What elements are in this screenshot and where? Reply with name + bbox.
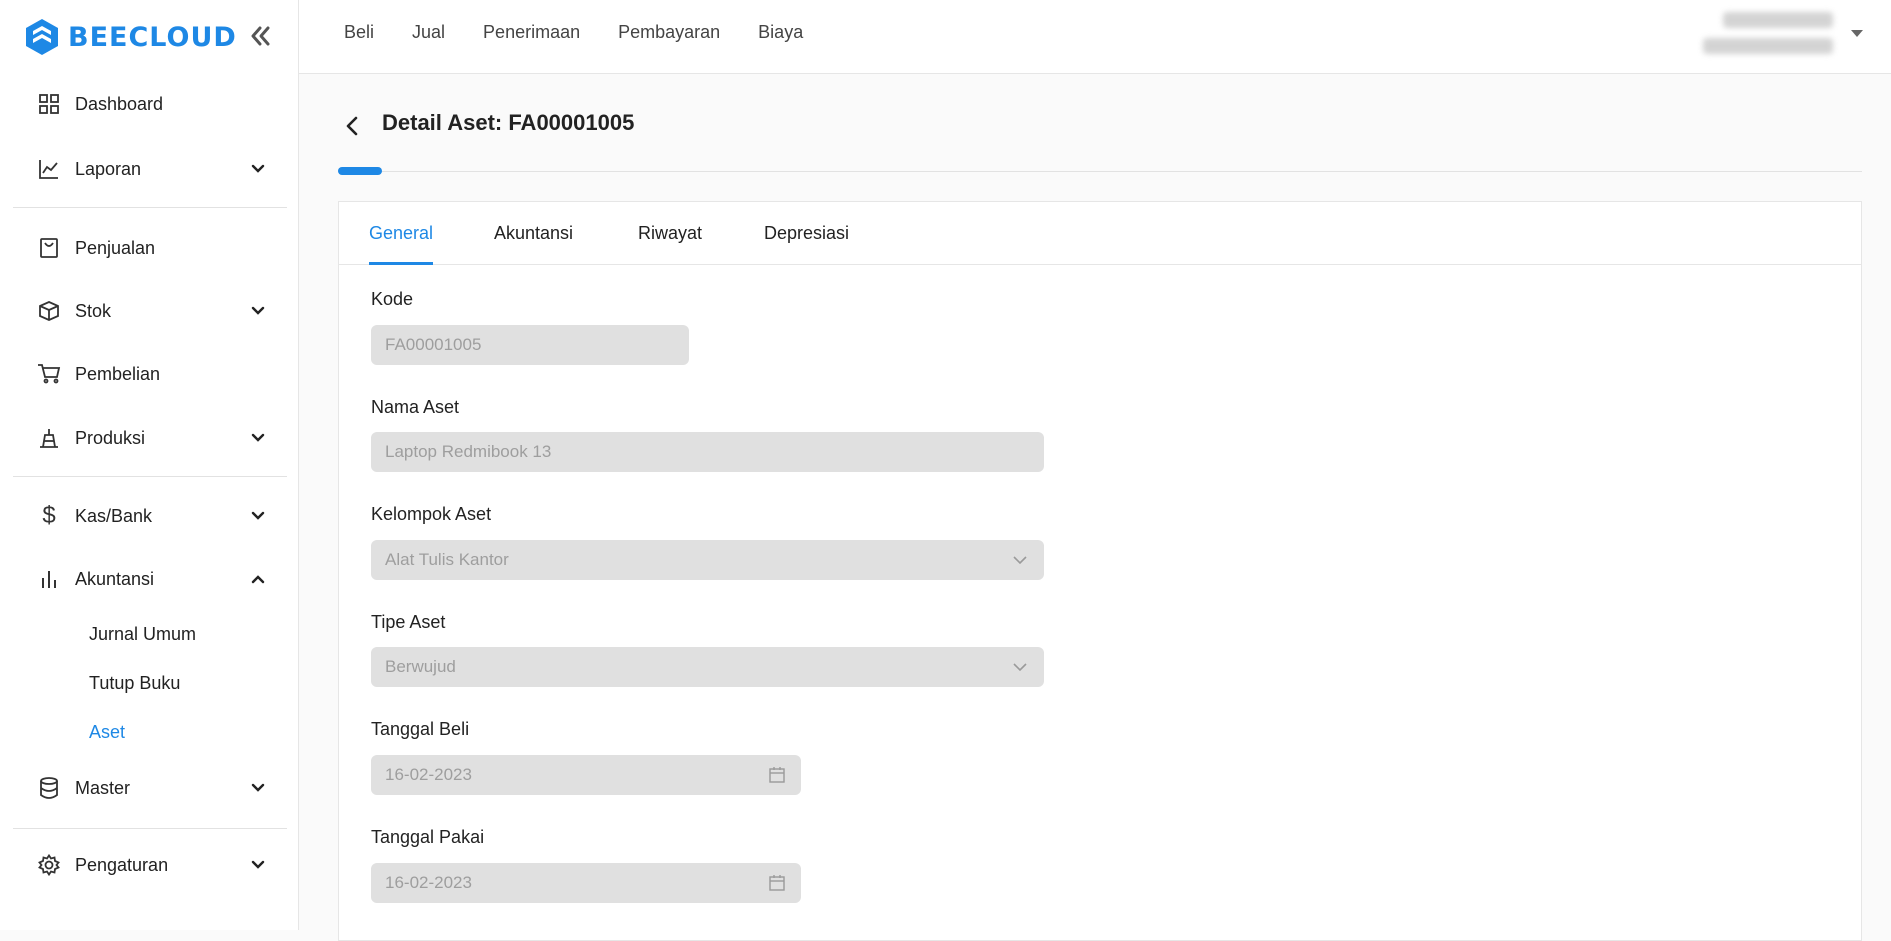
chevron-down-icon	[1013, 556, 1027, 565]
chevron-down-icon	[251, 860, 265, 869]
tab-bar: General Akuntansi Riwayat Depresiasi	[339, 202, 1861, 265]
bar-chart-icon	[36, 566, 62, 592]
topnav-pembayaran[interactable]: Pembayaran	[618, 22, 720, 43]
nama-aset-field[interactable]: Laptop Redmibook 13	[371, 432, 1044, 472]
cart-icon	[36, 361, 62, 387]
brand-name: BEECLOUD	[68, 21, 237, 53]
dollar-icon: $	[42, 502, 56, 529]
tanggal-beli-field[interactable]: 16-02-2023	[371, 755, 801, 795]
grid-icon	[36, 91, 62, 117]
sidebar-item-stok[interactable]: Stok	[36, 291, 268, 331]
sidebar-item-produksi[interactable]: Produksi	[36, 418, 268, 458]
calendar-icon	[769, 767, 785, 783]
tipe-aset-select[interactable]: Berwujud	[371, 647, 1044, 687]
sidebar-item-akuntansi[interactable]: Akuntansi	[36, 559, 268, 599]
tanggal-pakai-field[interactable]: 16-02-2023	[371, 863, 801, 903]
kode-value: FA00001005	[385, 335, 482, 354]
back-button[interactable]	[341, 114, 365, 138]
caret-down-icon	[1851, 30, 1863, 37]
tanggal-beli-value: 16-02-2023	[385, 765, 472, 784]
chart-line-icon	[36, 156, 62, 182]
chevron-down-icon	[251, 164, 265, 173]
sidebar-item-label: Stok	[75, 300, 112, 321]
nama-aset-value: Laptop Redmibook 13	[385, 442, 552, 461]
sidebar-divider	[13, 207, 287, 208]
user-name-blurred	[1723, 12, 1833, 28]
sidebar-item-pembelian[interactable]: Pembelian	[36, 354, 268, 394]
beecloud-logo-icon	[26, 19, 58, 55]
sidebar-item-label: Kas/Bank	[75, 505, 153, 526]
tab-general[interactable]: General	[369, 202, 434, 265]
kode-label: Kode	[371, 289, 414, 309]
shopping-bag-icon	[36, 235, 62, 261]
calendar-icon	[769, 875, 785, 891]
sidebar-item-kas-bank[interactable]: $ Kas/Bank	[36, 496, 268, 536]
sidebar-item-master[interactable]: Master	[36, 768, 268, 808]
chevron-down-icon	[251, 306, 265, 315]
box-icon	[36, 298, 62, 324]
nama-aset-label: Nama Aset	[371, 397, 460, 417]
sidebar-subitem-jurnal-umum[interactable]: Jurnal Umum	[89, 619, 196, 649]
tipe-aset-label: Tipe Aset	[371, 612, 446, 632]
kode-field[interactable]: FA00001005	[371, 325, 689, 365]
chevron-down-icon	[251, 433, 265, 442]
sidebar-item-pengaturan[interactable]: Pengaturan	[36, 845, 268, 885]
tab-akuntansi[interactable]: Akuntansi	[494, 202, 573, 264]
user-menu[interactable]	[1703, 12, 1863, 60]
topnav-biaya[interactable]: Biaya	[758, 22, 803, 43]
tanggal-beli-label: Tanggal Beli	[371, 719, 470, 739]
chevron-down-icon	[251, 783, 265, 792]
user-email-blurred	[1703, 38, 1833, 54]
brand-logo[interactable]: BEECLOUD	[24, 16, 237, 58]
tanggal-pakai-value: 16-02-2023	[385, 873, 472, 892]
progress-track	[338, 171, 1862, 172]
topnav-penerimaan[interactable]: Penerimaan	[483, 22, 580, 43]
tanggal-pakai-label: Tanggal Pakai	[371, 827, 485, 847]
chevron-left-icon	[346, 116, 358, 136]
sidebar-item-dashboard[interactable]: Dashboard	[36, 84, 268, 124]
collapse-sidebar-button[interactable]	[246, 22, 274, 50]
gear-icon	[36, 852, 62, 878]
sidebar-item-laporan[interactable]: Laporan	[36, 149, 268, 189]
detail-card: General Akuntansi Riwayat Depresiasi Kod…	[338, 201, 1862, 941]
sidebar-item-label: Produksi	[75, 427, 146, 448]
sidebar-item-label: Akuntansi	[75, 568, 155, 589]
topnav-jual[interactable]: Jual	[412, 22, 445, 43]
kelompok-aset-select[interactable]: Alat Tulis Kantor	[371, 540, 1044, 580]
page-title: Detail Aset: FA00001005	[382, 110, 635, 135]
sidebar-divider	[13, 828, 287, 829]
sidebar-item-label: Pembelian	[75, 363, 161, 384]
sidebar-subitem-tutup-buku[interactable]: Tutup Buku	[89, 668, 180, 698]
topnav-beli[interactable]: Beli	[344, 22, 374, 43]
double-chevron-left-icon	[251, 26, 270, 46]
sidebar: BEECLOUD Dashboard Laporan Penjualan Sto…	[0, 0, 299, 930]
tab-depresiasi[interactable]: Depresiasi	[764, 202, 849, 264]
tab-riwayat[interactable]: Riwayat	[638, 202, 702, 264]
sidebar-item-label: Pengaturan	[75, 854, 169, 875]
kelompok-aset-value: Alat Tulis Kantor	[385, 550, 509, 569]
chevron-down-icon	[251, 511, 265, 520]
factory-icon	[36, 425, 62, 451]
tipe-aset-value: Berwujud	[385, 657, 456, 676]
kelompok-aset-label: Kelompok Aset	[371, 504, 492, 524]
sidebar-subitem-aset[interactable]: Aset	[89, 717, 125, 747]
sidebar-item-label: Master	[75, 777, 131, 798]
database-icon	[36, 775, 62, 801]
sidebar-item-label: Laporan	[75, 158, 142, 179]
sidebar-item-label: Dashboard	[75, 93, 164, 114]
sidebar-item-label: Penjualan	[75, 237, 156, 258]
progress-fill	[338, 167, 382, 175]
sidebar-item-penjualan[interactable]: Penjualan	[36, 228, 268, 268]
sidebar-divider	[13, 476, 287, 477]
chevron-up-icon	[251, 575, 265, 584]
top-nav: Beli Jual Penerimaan Pembayaran Biaya	[344, 22, 803, 43]
chevron-down-icon	[1013, 663, 1027, 672]
